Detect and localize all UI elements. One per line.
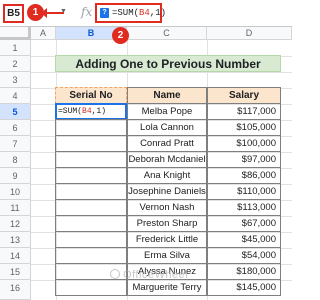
row-header-9[interactable]: 9 — [0, 168, 31, 184]
name-cell[interactable]: Frederick Little — [127, 231, 207, 248]
salary-cell[interactable]: $86,000 — [207, 167, 281, 184]
row-header-3[interactable]: 3 — [0, 72, 31, 88]
row-header-10[interactable]: 10 — [0, 184, 31, 200]
row-header-1[interactable]: 1 — [0, 40, 31, 56]
row-header-13[interactable]: 13 — [0, 232, 31, 248]
row-header-15[interactable]: 15 — [0, 264, 31, 280]
serial-cell[interactable] — [55, 199, 127, 216]
row-header-12[interactable]: 12 — [0, 216, 31, 232]
watermark-icon — [110, 269, 120, 279]
name-cell[interactable]: Deborah Mcdaniel — [127, 151, 207, 168]
serial-cell[interactable] — [55, 183, 127, 200]
serial-cell[interactable] — [55, 247, 127, 264]
serial-cell[interactable] — [55, 151, 127, 168]
salary-cell[interactable]: $97,000 — [207, 151, 281, 168]
row-header-8[interactable]: 8 — [0, 152, 31, 168]
formula-help-icon[interactable]: ? — [100, 8, 109, 18]
name-cell[interactable]: Josephine Daniels — [127, 183, 207, 200]
name-cell[interactable]: Conrad Pratt — [127, 135, 207, 152]
row-header-2[interactable]: 2 — [0, 56, 31, 72]
active-cell-suffix: ,1) — [91, 107, 107, 116]
salary-cell[interactable]: $54,000 — [207, 247, 281, 264]
row-header-5[interactable]: 5 — [0, 104, 31, 120]
active-cell-b5[interactable]: =SUM(B4,1) — [55, 103, 127, 120]
chevron-down-icon[interactable]: ▼ — [60, 8, 67, 15]
name-box[interactable]: B5 — [3, 4, 24, 23]
row-header-16[interactable]: 16 — [0, 280, 31, 300]
formula-bar: B5 1 ▼ fx ? =SUM(B4,1) — [0, 0, 292, 27]
column-header-a[interactable]: A — [31, 27, 56, 40]
watermark-text: OfficeWheel — [123, 269, 189, 281]
row-header-6[interactable]: 6 — [0, 120, 31, 136]
name-cell[interactable]: Vernon Nash — [127, 199, 207, 216]
column-header-d[interactable]: D — [207, 27, 292, 40]
salary-cell[interactable]: $113,000 — [207, 199, 281, 216]
salary-cell[interactable]: $117,000 — [207, 103, 281, 120]
serial-cell[interactable] — [55, 167, 127, 184]
header-serial-no[interactable]: Serial No — [55, 87, 127, 104]
formula-text: =SUM(B4,1) — [112, 8, 166, 18]
name-cell[interactable]: Melba Pope — [127, 103, 207, 120]
header-name[interactable]: Name — [127, 87, 207, 104]
salary-cell[interactable]: $100,000 — [207, 135, 281, 152]
serial-cell[interactable] — [55, 119, 127, 136]
formula-ref: B4 — [139, 8, 150, 18]
select-all-corner[interactable] — [0, 27, 31, 40]
serial-cell[interactable] — [55, 279, 127, 296]
name-cell[interactable]: Lola Cannon — [127, 119, 207, 136]
active-cell-ref: B4 — [82, 107, 92, 116]
salary-cell[interactable]: $110,000 — [207, 183, 281, 200]
salary-cell[interactable]: $145,000 — [207, 279, 281, 296]
name-cell[interactable]: Marguerite Terry — [127, 279, 207, 296]
watermark-logo: OfficeWheel — [110, 269, 188, 281]
header-salary[interactable]: Salary — [207, 87, 281, 104]
salary-cell[interactable]: $105,000 — [207, 119, 281, 136]
active-cell-prefix: =SUM( — [58, 107, 83, 116]
column-header-c[interactable]: C — [127, 27, 207, 40]
name-cell[interactable]: Ana Knight — [127, 167, 207, 184]
callout-badge-2: 2 — [112, 27, 129, 44]
sheet-title[interactable]: Adding One to Previous Number — [55, 55, 281, 72]
serial-cell[interactable] — [55, 135, 127, 152]
name-cell[interactable]: Erma Silva — [127, 247, 207, 264]
row-header-4[interactable]: 4 — [0, 88, 31, 104]
row-header-11[interactable]: 11 — [0, 200, 31, 216]
row-header-14[interactable]: 14 — [0, 248, 31, 264]
serial-cell[interactable] — [55, 215, 127, 232]
row-header-7[interactable]: 7 — [0, 136, 31, 152]
salary-cell[interactable]: $67,000 — [207, 215, 281, 232]
serial-cell[interactable] — [55, 231, 127, 248]
formula-prefix: =SUM( — [112, 8, 140, 18]
formula-input[interactable]: ? =SUM(B4,1) — [95, 3, 166, 23]
salary-cell[interactable]: $180,000 — [207, 263, 281, 280]
formula-suffix: ,1) — [149, 8, 167, 18]
salary-cell[interactable]: $45,000 — [207, 231, 281, 248]
name-cell[interactable]: Preston Sharp — [127, 215, 207, 232]
fx-icon: fx — [81, 5, 93, 19]
